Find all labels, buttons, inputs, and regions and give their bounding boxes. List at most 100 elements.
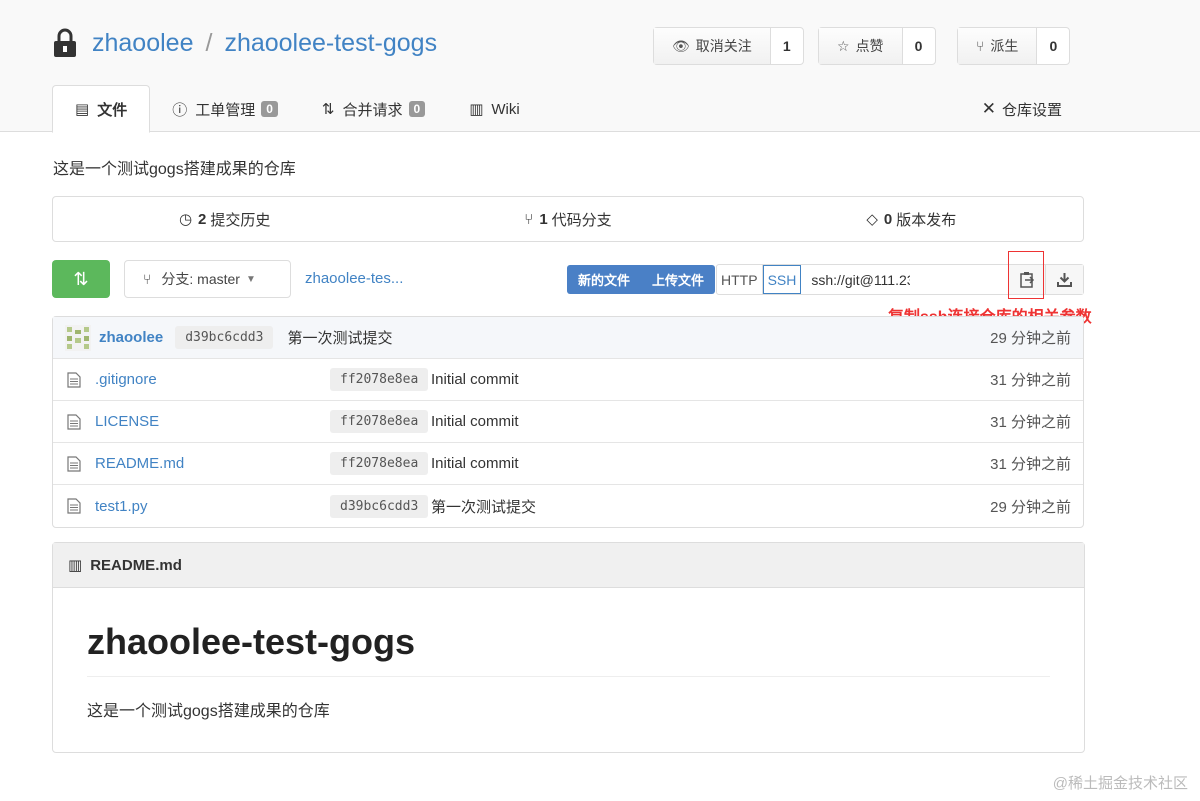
star-icon: ☆: [837, 37, 850, 54]
file-commit-message[interactable]: Initial commit: [431, 413, 519, 430]
tag-icon: ◇: [866, 211, 878, 228]
commit-message[interactable]: 第一次测试提交: [287, 327, 392, 348]
repo-name-link[interactable]: zhaoolee-test-gogs: [224, 29, 437, 58]
fork-count[interactable]: 0: [1037, 28, 1069, 64]
tab-pulls-label: 合并请求: [342, 101, 403, 119]
file-actions: 新的文件 上传文件: [567, 265, 716, 294]
clone-url-input[interactable]: ssh://git@111.230.254.173:10(: [801, 265, 909, 294]
compare-button[interactable]: ⇅: [52, 260, 110, 298]
new-file-button[interactable]: 新的文件: [567, 265, 641, 294]
file-age: 29 分钟之前: [990, 498, 1071, 516]
file-commit-sha[interactable]: ff2078e8ea: [330, 410, 429, 433]
file-name-link[interactable]: README.md: [95, 455, 184, 472]
file-age: 31 分钟之前: [990, 456, 1071, 473]
branch-icon: ⑂: [524, 210, 534, 228]
compare-icon: ⇅: [73, 268, 89, 289]
watch-button[interactable]: 👁 取消关注: [654, 28, 771, 64]
tab-issues-label: 工单管理: [195, 101, 256, 119]
commits-stat[interactable]: ◷ 2 提交历史: [53, 197, 396, 241]
tab-settings[interactable]: ✕ 仓库设置: [982, 85, 1062, 133]
file-commit-sha[interactable]: d39bc6cdd3: [330, 494, 429, 518]
download-button[interactable]: [1045, 265, 1084, 294]
lock-icon: [54, 28, 76, 57]
fork-group: ⑂ 派生 0: [957, 27, 1071, 65]
watch-count[interactable]: 1: [771, 28, 803, 64]
repo-stats-bar: ◷ 2 提交历史 ⑂ 1 代码分支 ◇ 0 版本发布: [52, 196, 1084, 242]
star-label: 点赞: [855, 38, 884, 54]
watermark: @稀土掘金技术社区: [1052, 775, 1188, 792]
file-name-link[interactable]: .gitignore: [95, 371, 157, 388]
copy-highlight-box: [1008, 251, 1044, 299]
fork-button[interactable]: ⑂ 派生: [958, 28, 1038, 64]
star-button[interactable]: ☆ 点赞: [819, 28, 903, 64]
readme-filename: README.md: [90, 556, 182, 574]
file-name-link[interactable]: LICENSE: [95, 413, 159, 430]
branches-stat[interactable]: ⑂ 1 代码分支: [396, 197, 739, 241]
repo-owner-link[interactable]: zhaoolee: [92, 29, 193, 58]
pulls-count-badge: 0: [408, 101, 426, 117]
http-toggle[interactable]: HTTP: [717, 265, 763, 294]
path-breadcrumb[interactable]: zhaoolee-tes...: [305, 270, 403, 287]
download-icon: [1057, 273, 1073, 287]
repo-tabs: ▤ 文件 ⓘ 工单管理 0 ⇅ 合并请求 0 ▥ Wiki: [52, 85, 542, 133]
readme-header: ▥ README.md: [53, 543, 1084, 588]
pull-request-icon: ⇅: [321, 101, 335, 118]
file-commit-sha[interactable]: ff2078e8ea: [330, 452, 429, 475]
star-group: ☆ 点赞 0: [818, 27, 936, 65]
branches-count: 1: [539, 210, 548, 228]
book-icon: ▥: [68, 557, 83, 574]
releases-count: 0: [883, 210, 893, 228]
eye-icon: 👁: [672, 37, 690, 54]
file-age: 31 分钟之前: [990, 414, 1071, 431]
branches-label: 代码分支: [551, 211, 612, 229]
watch-label: 取消关注: [695, 38, 752, 54]
repo-description: 这是一个测试gogs搭建成果的仓库: [53, 161, 296, 178]
issue-icon: ⓘ: [172, 101, 188, 119]
readme-body: 这是一个测试gogs搭建成果的仓库: [87, 703, 330, 720]
file-icon: [67, 413, 81, 430]
tab-files[interactable]: ▤ 文件: [52, 85, 151, 133]
file-commit-message[interactable]: 第一次测试提交: [431, 496, 536, 517]
tab-issues[interactable]: ⓘ 工单管理 0: [150, 85, 300, 133]
branch-dropdown[interactable]: ⑂ 分支: master ▼: [124, 260, 291, 298]
commits-count: 2: [198, 210, 207, 228]
avatar: [65, 324, 91, 351]
repo-title: zhaoolee / zhaoolee-test-gogs: [52, 28, 437, 58]
file-commit-message[interactable]: Initial commit: [431, 371, 519, 388]
commits-label: 提交历史: [210, 211, 271, 229]
readme-divider: [87, 676, 1050, 677]
tab-files-label: 文件: [97, 101, 128, 119]
table-row: README.md ff2078e8ea Initial commit 31 分…: [53, 443, 1083, 485]
fork-icon: ⑂: [976, 38, 985, 54]
file-commit-sha[interactable]: ff2078e8ea: [330, 368, 429, 391]
readme-panel: ▥ README.md zhaoolee-test-gogs 这是一个测试gog…: [52, 542, 1085, 753]
fork-label: 派生: [990, 38, 1019, 54]
star-count[interactable]: 0: [903, 28, 935, 64]
history-icon: ◷: [178, 211, 193, 228]
readme-heading: zhaoolee-test-gogs: [87, 621, 416, 662]
commit-author[interactable]: zhaoolee: [99, 329, 163, 346]
tab-wiki[interactable]: ▥ Wiki: [447, 85, 542, 133]
tab-settings-label: 仓库设置: [1001, 101, 1062, 119]
book-icon: ▥: [469, 101, 484, 118]
file-name-link[interactable]: test1.py: [95, 498, 148, 515]
tools-icon: ✕: [981, 99, 996, 118]
commit-sha[interactable]: d39bc6cdd3: [175, 326, 274, 349]
file-text-icon: ▤: [75, 101, 90, 118]
repo-header: zhaoolee / zhaoolee-test-gogs 👁 取消关注 1 ☆…: [0, 0, 1200, 133]
tab-pulls[interactable]: ⇅ 合并请求 0: [300, 85, 447, 133]
ssh-toggle[interactable]: SSH: [762, 265, 802, 294]
tab-wiki-label: Wiki: [491, 100, 520, 118]
releases-label: 版本发布: [896, 211, 957, 229]
upload-file-button[interactable]: 上传文件: [641, 265, 715, 294]
latest-commit-row: zhaoolee d39bc6cdd3 第一次测试提交 29 分钟之前: [53, 317, 1083, 359]
commit-age: 29 分钟之前: [990, 330, 1071, 347]
table-row: LICENSE ff2078e8ea Initial commit 31 分钟之…: [53, 401, 1083, 443]
repo-separator: /: [205, 28, 213, 57]
issues-count-badge: 0: [261, 101, 278, 117]
table-row: .gitignore ff2078e8ea Initial commit 31 …: [53, 359, 1083, 401]
file-commit-message[interactable]: Initial commit: [431, 455, 519, 472]
releases-stat[interactable]: ◇ 0 版本发布: [740, 197, 1083, 241]
table-row: test1.py d39bc6cdd3 第一次测试提交 29 分钟之前: [53, 485, 1083, 527]
caret-down-icon: ▼: [245, 273, 256, 285]
